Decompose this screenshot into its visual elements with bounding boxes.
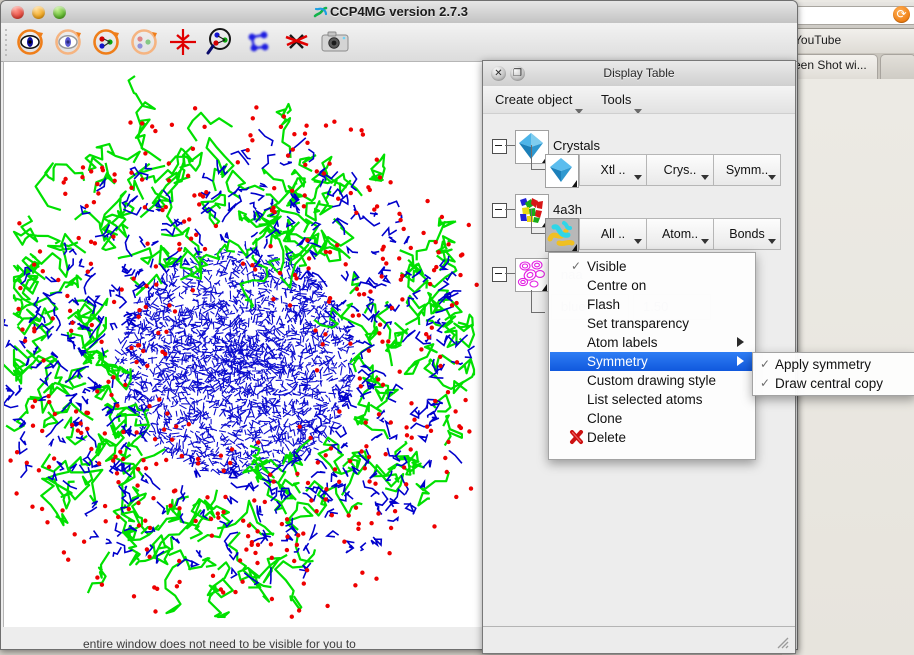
menu-item-flash[interactable]: Flash xyxy=(550,295,754,314)
menu-item-symmetry[interactable]: Symmetry xyxy=(550,352,754,371)
menu-item-atom-labels-label: Atom labels xyxy=(587,335,658,350)
tree-connector xyxy=(505,209,515,210)
tree-expander-crystals[interactable] xyxy=(492,139,507,154)
display-table-title: Display Table xyxy=(603,66,675,80)
chevron-down-icon xyxy=(701,175,709,180)
tree-label-4a3h: 4a3h xyxy=(553,202,582,217)
tree-connector xyxy=(531,312,545,313)
crystal-diamond-icon[interactable] xyxy=(515,130,549,164)
menu-item-centre-on-label: Centre on xyxy=(587,278,647,293)
bookmark-youtube[interactable]: YouTube xyxy=(794,33,841,47)
menu-item-clone[interactable]: Clone xyxy=(550,409,754,428)
chevron-down-icon xyxy=(634,239,642,244)
tree-connector xyxy=(531,290,532,312)
menu-item-set-transparency-label: Set transparency xyxy=(587,316,690,331)
button-bonds-label: Bonds xyxy=(729,227,765,241)
display-table-footer xyxy=(483,626,795,653)
resize-grip-icon[interactable] xyxy=(773,633,789,649)
molecule-ribbon-icon[interactable] xyxy=(515,194,549,228)
reload-icon[interactable]: ⟳ xyxy=(893,6,910,23)
tree-connector xyxy=(505,273,515,274)
crystal-button-row: Xtl .. Crys.. Symm.. xyxy=(579,154,781,186)
rotate-object-icon[interactable] xyxy=(91,26,123,56)
menu-tools-label: Tools xyxy=(601,92,632,107)
menu-tools[interactable]: Tools xyxy=(601,92,643,114)
button-xtl-label: Xtl .. xyxy=(600,163,626,177)
tree-expander-map[interactable] xyxy=(492,267,507,282)
button-bonds[interactable]: Bonds xyxy=(714,219,780,249)
tree-connector xyxy=(505,145,515,146)
menu-item-delete-label: Delete xyxy=(587,430,627,445)
clear-selection-icon[interactable] xyxy=(281,26,313,56)
menu-create-object[interactable]: Create object xyxy=(495,92,584,114)
checkmark-icon: ✓ xyxy=(760,357,771,371)
checkmark-icon: ✓ xyxy=(571,259,582,273)
browser-tab-secondary[interactable] xyxy=(880,54,914,79)
button-all-label: All .. xyxy=(600,227,626,241)
dropdown-arrow-icon[interactable] xyxy=(572,244,577,251)
submenu-item-apply-symmetry-label: Apply symmetry xyxy=(775,357,872,372)
toolbar-drag-handle[interactable] xyxy=(4,27,10,57)
chevron-down-icon xyxy=(701,239,709,244)
recentre-icon[interactable] xyxy=(167,26,199,56)
button-crystal-label: Crys.. xyxy=(663,163,697,177)
dropdown-arrow-icon[interactable] xyxy=(542,284,547,291)
rotate-object-alt-icon[interactable] xyxy=(129,26,161,56)
symmetry-submenu: ✓ Apply symmetry ✓ Draw central copy xyxy=(752,352,914,396)
tree-connector xyxy=(531,145,532,169)
menu-item-set-transparency[interactable]: Set transparency xyxy=(550,314,754,333)
rotate-view-icon[interactable] xyxy=(15,26,47,56)
molecular-graphics-viewport[interactable] xyxy=(3,61,485,628)
button-all[interactable]: All .. xyxy=(580,219,647,249)
tree-label-crystals: Crystals xyxy=(553,138,600,153)
snapshot-icon[interactable] xyxy=(319,26,351,56)
menu-item-centre-on[interactable]: Centre on xyxy=(550,276,754,295)
tree-connector xyxy=(531,169,545,170)
checkmark-icon: ✓ xyxy=(760,376,771,390)
tree-connector xyxy=(531,233,545,234)
menu-item-visible[interactable]: ✓ Visible xyxy=(550,257,754,276)
submenu-item-apply-symmetry[interactable]: ✓ Apply symmetry xyxy=(754,355,914,374)
button-xtl[interactable]: Xtl .. xyxy=(580,155,647,185)
zoom-selection-icon[interactable] xyxy=(205,26,237,56)
chevron-down-icon xyxy=(634,175,642,180)
menu-item-symmetry-label: Symmetry xyxy=(587,354,648,369)
status-hint-text: entire window does not need to be visibl… xyxy=(83,637,356,650)
dropdown-arrow-icon[interactable] xyxy=(572,180,577,187)
rotate-view-alt-icon[interactable] xyxy=(53,26,85,56)
chevron-down-icon xyxy=(768,175,776,180)
submenu-item-draw-central-copy[interactable]: ✓ Draw central copy xyxy=(754,374,914,393)
context-menu: ✓ Visible Centre on Flash Set transparen… xyxy=(548,252,756,460)
button-crystal[interactable]: Crys.. xyxy=(647,155,714,185)
menu-item-flash-label: Flash xyxy=(587,297,621,312)
chevron-down-icon xyxy=(768,239,776,244)
menu-item-delete[interactable]: Delete xyxy=(550,428,754,447)
button-symmetry[interactable]: Symm.. xyxy=(714,155,780,185)
menu-item-list-selected-atoms-label: List selected atoms xyxy=(587,392,703,407)
select-atoms-icon[interactable] xyxy=(243,26,275,56)
submenu-arrow-icon xyxy=(737,337,744,347)
menu-item-list-selected-atoms[interactable]: List selected atoms xyxy=(550,390,754,409)
menu-item-custom-drawing-style-label: Custom drawing style xyxy=(587,373,717,388)
tree-expander-4a3h[interactable] xyxy=(492,203,507,218)
menu-item-custom-drawing-style[interactable]: Custom drawing style xyxy=(550,371,754,390)
menu-item-clone-label: Clone xyxy=(587,411,623,426)
menu-item-atom-labels[interactable]: Atom labels xyxy=(550,333,754,352)
button-atom[interactable]: Atom.. xyxy=(647,219,714,249)
button-symmetry-label: Symm.. xyxy=(725,163,769,177)
browser-tab-label: reen Shot wi... xyxy=(790,58,867,72)
molecule-render xyxy=(4,62,484,627)
map-contour-icon[interactable] xyxy=(515,258,549,292)
page-title: CCP4MG version 2.7.3 xyxy=(330,4,468,19)
submenu-item-draw-central-copy-label: Draw central copy xyxy=(775,376,884,391)
crystal-child-icon[interactable] xyxy=(545,154,579,188)
red-x-delete-icon xyxy=(569,430,584,445)
menu-item-visible-label: Visible xyxy=(587,259,627,274)
submenu-arrow-icon xyxy=(737,356,744,366)
button-atom-label: Atom.. xyxy=(661,227,699,241)
molecule-button-row: All .. Atom.. Bonds xyxy=(579,218,781,250)
tree-connector xyxy=(531,209,532,233)
menu-create-object-label: Create object xyxy=(495,92,573,107)
molecule-child-icon[interactable] xyxy=(545,218,579,252)
